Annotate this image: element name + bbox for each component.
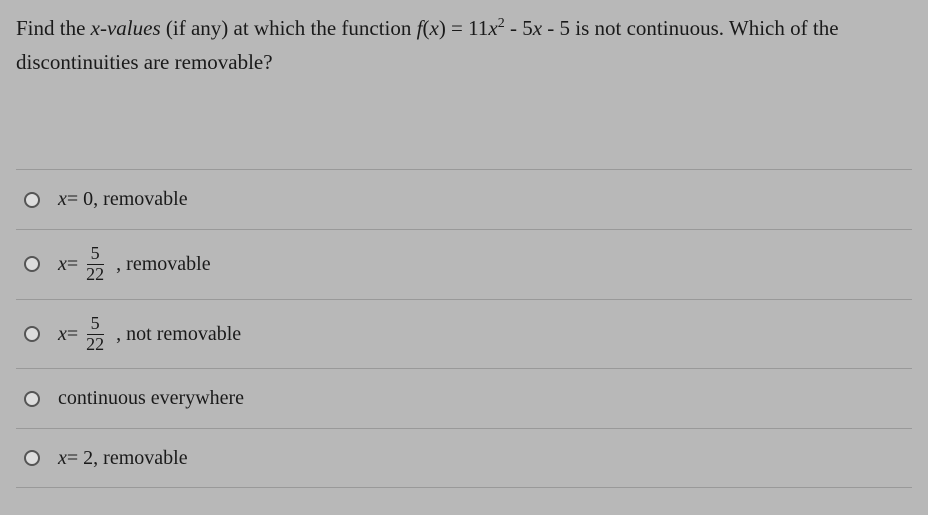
option-5[interactable]: x = 2, removable: [16, 428, 912, 488]
question-container: Find the x-values (if any) at which the …: [0, 0, 928, 500]
opt3-den: 22: [82, 335, 108, 355]
opt3-fraction: 5 22: [82, 314, 108, 355]
opt3-suffix: , not removable: [116, 323, 241, 346]
option-2-text: x = 5 22 , removable: [58, 244, 211, 285]
question-line2: discontinuities are removable?: [16, 50, 273, 74]
option-4[interactable]: continuous everywhere: [16, 368, 912, 428]
opt2-fraction: 5 22: [82, 244, 108, 285]
question-line1-prefix: Find the: [16, 16, 91, 40]
opt2-den: 22: [82, 265, 108, 285]
radio-icon: [24, 450, 40, 466]
opt5-rest: = 2, removable: [67, 447, 188, 470]
func-x3: x: [533, 16, 542, 40]
opt3-x: x: [58, 323, 67, 346]
option-1[interactable]: x = 0, removable: [16, 169, 912, 229]
option-2[interactable]: x = 5 22 , removable: [16, 229, 912, 299]
opt5-x: x: [58, 447, 67, 470]
opt1-rest: = 0, removable: [67, 188, 188, 211]
question-text: Find the x-values (if any) at which the …: [16, 12, 912, 79]
func-x: x: [429, 16, 438, 40]
func-end: - 5 is not continuous. Which of the: [542, 16, 839, 40]
option-1-text: x = 0, removable: [58, 188, 188, 211]
option-5-text: x = 2, removable: [58, 447, 188, 470]
option-3-text: x = 5 22 , not removable: [58, 314, 241, 355]
opt4-text: continuous everywhere: [58, 387, 244, 410]
opt2-num: 5: [87, 244, 104, 265]
opt3-num: 5: [87, 314, 104, 335]
opt3-eq: =: [67, 323, 78, 346]
radio-icon: [24, 326, 40, 342]
radio-icon: [24, 391, 40, 407]
func-sq: 2: [498, 16, 505, 31]
option-4-text: continuous everywhere: [58, 387, 244, 410]
opt2-suffix: , removable: [116, 253, 210, 276]
opt2-x: x: [58, 253, 67, 276]
option-3[interactable]: x = 5 22 , not removable: [16, 299, 912, 369]
func-x2: x: [488, 16, 497, 40]
opt1-x: x: [58, 188, 67, 211]
question-xvalues: x-values: [91, 16, 161, 40]
question-line1-mid: (if any) at which the function: [161, 16, 417, 40]
func-close: ) = 11: [439, 16, 489, 40]
func-rest: - 5: [505, 16, 533, 40]
radio-icon: [24, 256, 40, 272]
opt2-eq: =: [67, 253, 78, 276]
options-container: x = 0, removable x = 5 22 , removable x …: [16, 169, 912, 488]
radio-icon: [24, 192, 40, 208]
